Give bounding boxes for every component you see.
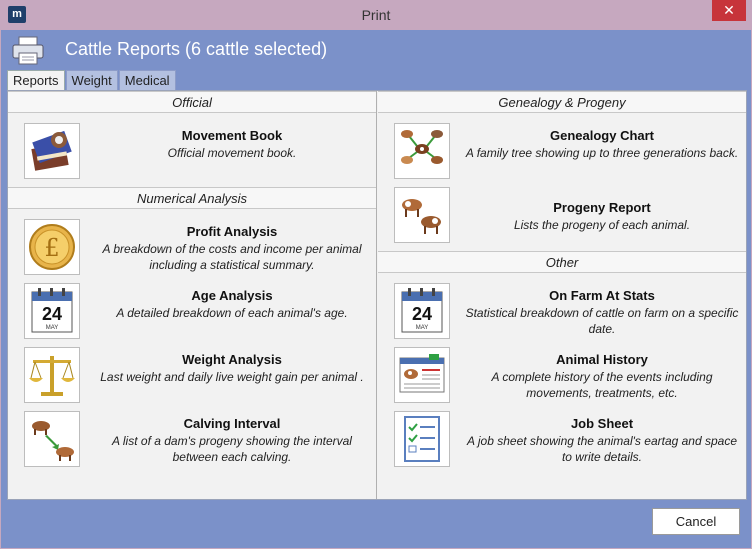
report-description: Official movement book. (167, 146, 297, 160)
report-on-farm-at-stats[interactable]: 24 MAY On Farm At Stats Statistical brea… (378, 283, 746, 341)
report-profit-analysis[interactable]: £ Profit Analysis A breakdown of the cos… (8, 219, 376, 277)
scales-icon (24, 347, 80, 403)
report-title: Job Sheet (570, 416, 634, 431)
window-titlebar: m Print ✕ (0, 0, 752, 30)
left-column: Official Movement Book Official movement… (8, 91, 377, 499)
report-calving-interval[interactable]: Calving Interval A list of a dam's proge… (8, 411, 376, 469)
reports-panel: Official Movement Book Official movement… (7, 90, 747, 500)
close-button[interactable]: ✕ (712, 0, 746, 21)
window-title: Print (361, 7, 391, 23)
calendar-icon: 24 MAY (24, 283, 80, 339)
dialog-title: Cattle Reports (6 cattle selected) (65, 39, 328, 59)
right-column: Genealogy & Progeny Genealogy Chart A fa… (378, 91, 746, 499)
pound-coin-icon: £ (24, 219, 80, 275)
report-title: Calving Interval (183, 416, 281, 431)
cancel-button[interactable]: Cancel (652, 508, 740, 535)
calendar-icon: 24 MAY (394, 283, 450, 339)
report-title: Profit Analysis (186, 224, 278, 239)
tab-medical[interactable]: Medical (118, 70, 176, 90)
report-description: A list of a dam's progeny showing the in… (112, 434, 352, 464)
animal-history-icon (394, 347, 450, 403)
report-weight-analysis[interactable]: Weight Analysis Last weight and daily li… (8, 347, 376, 405)
job-sheet-icon (394, 411, 450, 467)
dialog-frame: Cattle Reports (6 cattle selected) Repor… (1, 30, 751, 548)
svg-text:£: £ (44, 234, 59, 262)
family-tree-icon (394, 123, 450, 179)
calendar-day: 24 (42, 304, 62, 324)
calendar-month: MAY (46, 325, 59, 331)
tab-strip: Reports Weight Medical (7, 70, 177, 91)
report-genealogy-chart[interactable]: Genealogy Chart A family tree showing up… (378, 123, 746, 181)
tab-weight[interactable]: Weight (65, 70, 118, 90)
section-header-other: Other (378, 251, 746, 273)
report-title: Progeny Report (553, 200, 651, 215)
report-age-analysis[interactable]: 24 MAY Age Analysis A detailed breakdown… (8, 283, 376, 341)
report-job-sheet[interactable]: Job Sheet A job sheet showing the animal… (378, 411, 746, 469)
report-title: Genealogy Chart (549, 128, 655, 143)
calendar-day: 24 (412, 304, 432, 324)
section-header-numerical-analysis: Numerical Analysis (8, 187, 376, 209)
report-description: A breakdown of the costs and income per … (102, 242, 362, 272)
report-title: Movement Book (181, 128, 283, 143)
calving-interval-icon (24, 411, 80, 467)
tab-reports[interactable]: Reports (7, 70, 65, 91)
report-description: A family tree showing up to three genera… (465, 146, 739, 160)
section-header-official: Official (8, 91, 376, 113)
report-title: Animal History (556, 352, 648, 367)
report-description: Lists the progeny of each animal. (513, 218, 691, 232)
report-description: A job sheet showing the animal's eartag … (466, 434, 738, 464)
report-title: Age Analysis (191, 288, 273, 303)
report-title: Weight Analysis (182, 352, 282, 367)
report-description: Last weight and daily live weight gain p… (100, 370, 364, 384)
report-description: A detailed breakdown of each animal's ag… (116, 306, 348, 320)
report-progeny-report[interactable]: Progeny Report Lists the progeny of each… (378, 187, 746, 245)
section-header-genealogy-progeny: Genealogy & Progeny (378, 91, 746, 113)
report-movement-book[interactable]: Movement Book Official movement book. (8, 123, 376, 181)
report-description: Statistical breakdown of cattle on farm … (465, 306, 739, 336)
progeny-icon (394, 187, 450, 243)
movement-book-icon (24, 123, 80, 179)
calendar-month: MAY (416, 325, 429, 331)
report-title: On Farm At Stats (549, 288, 655, 303)
report-animal-history[interactable]: Animal History A complete history of the… (378, 347, 746, 405)
report-description: A complete history of the events includi… (491, 370, 713, 400)
printer-icon (11, 36, 45, 66)
